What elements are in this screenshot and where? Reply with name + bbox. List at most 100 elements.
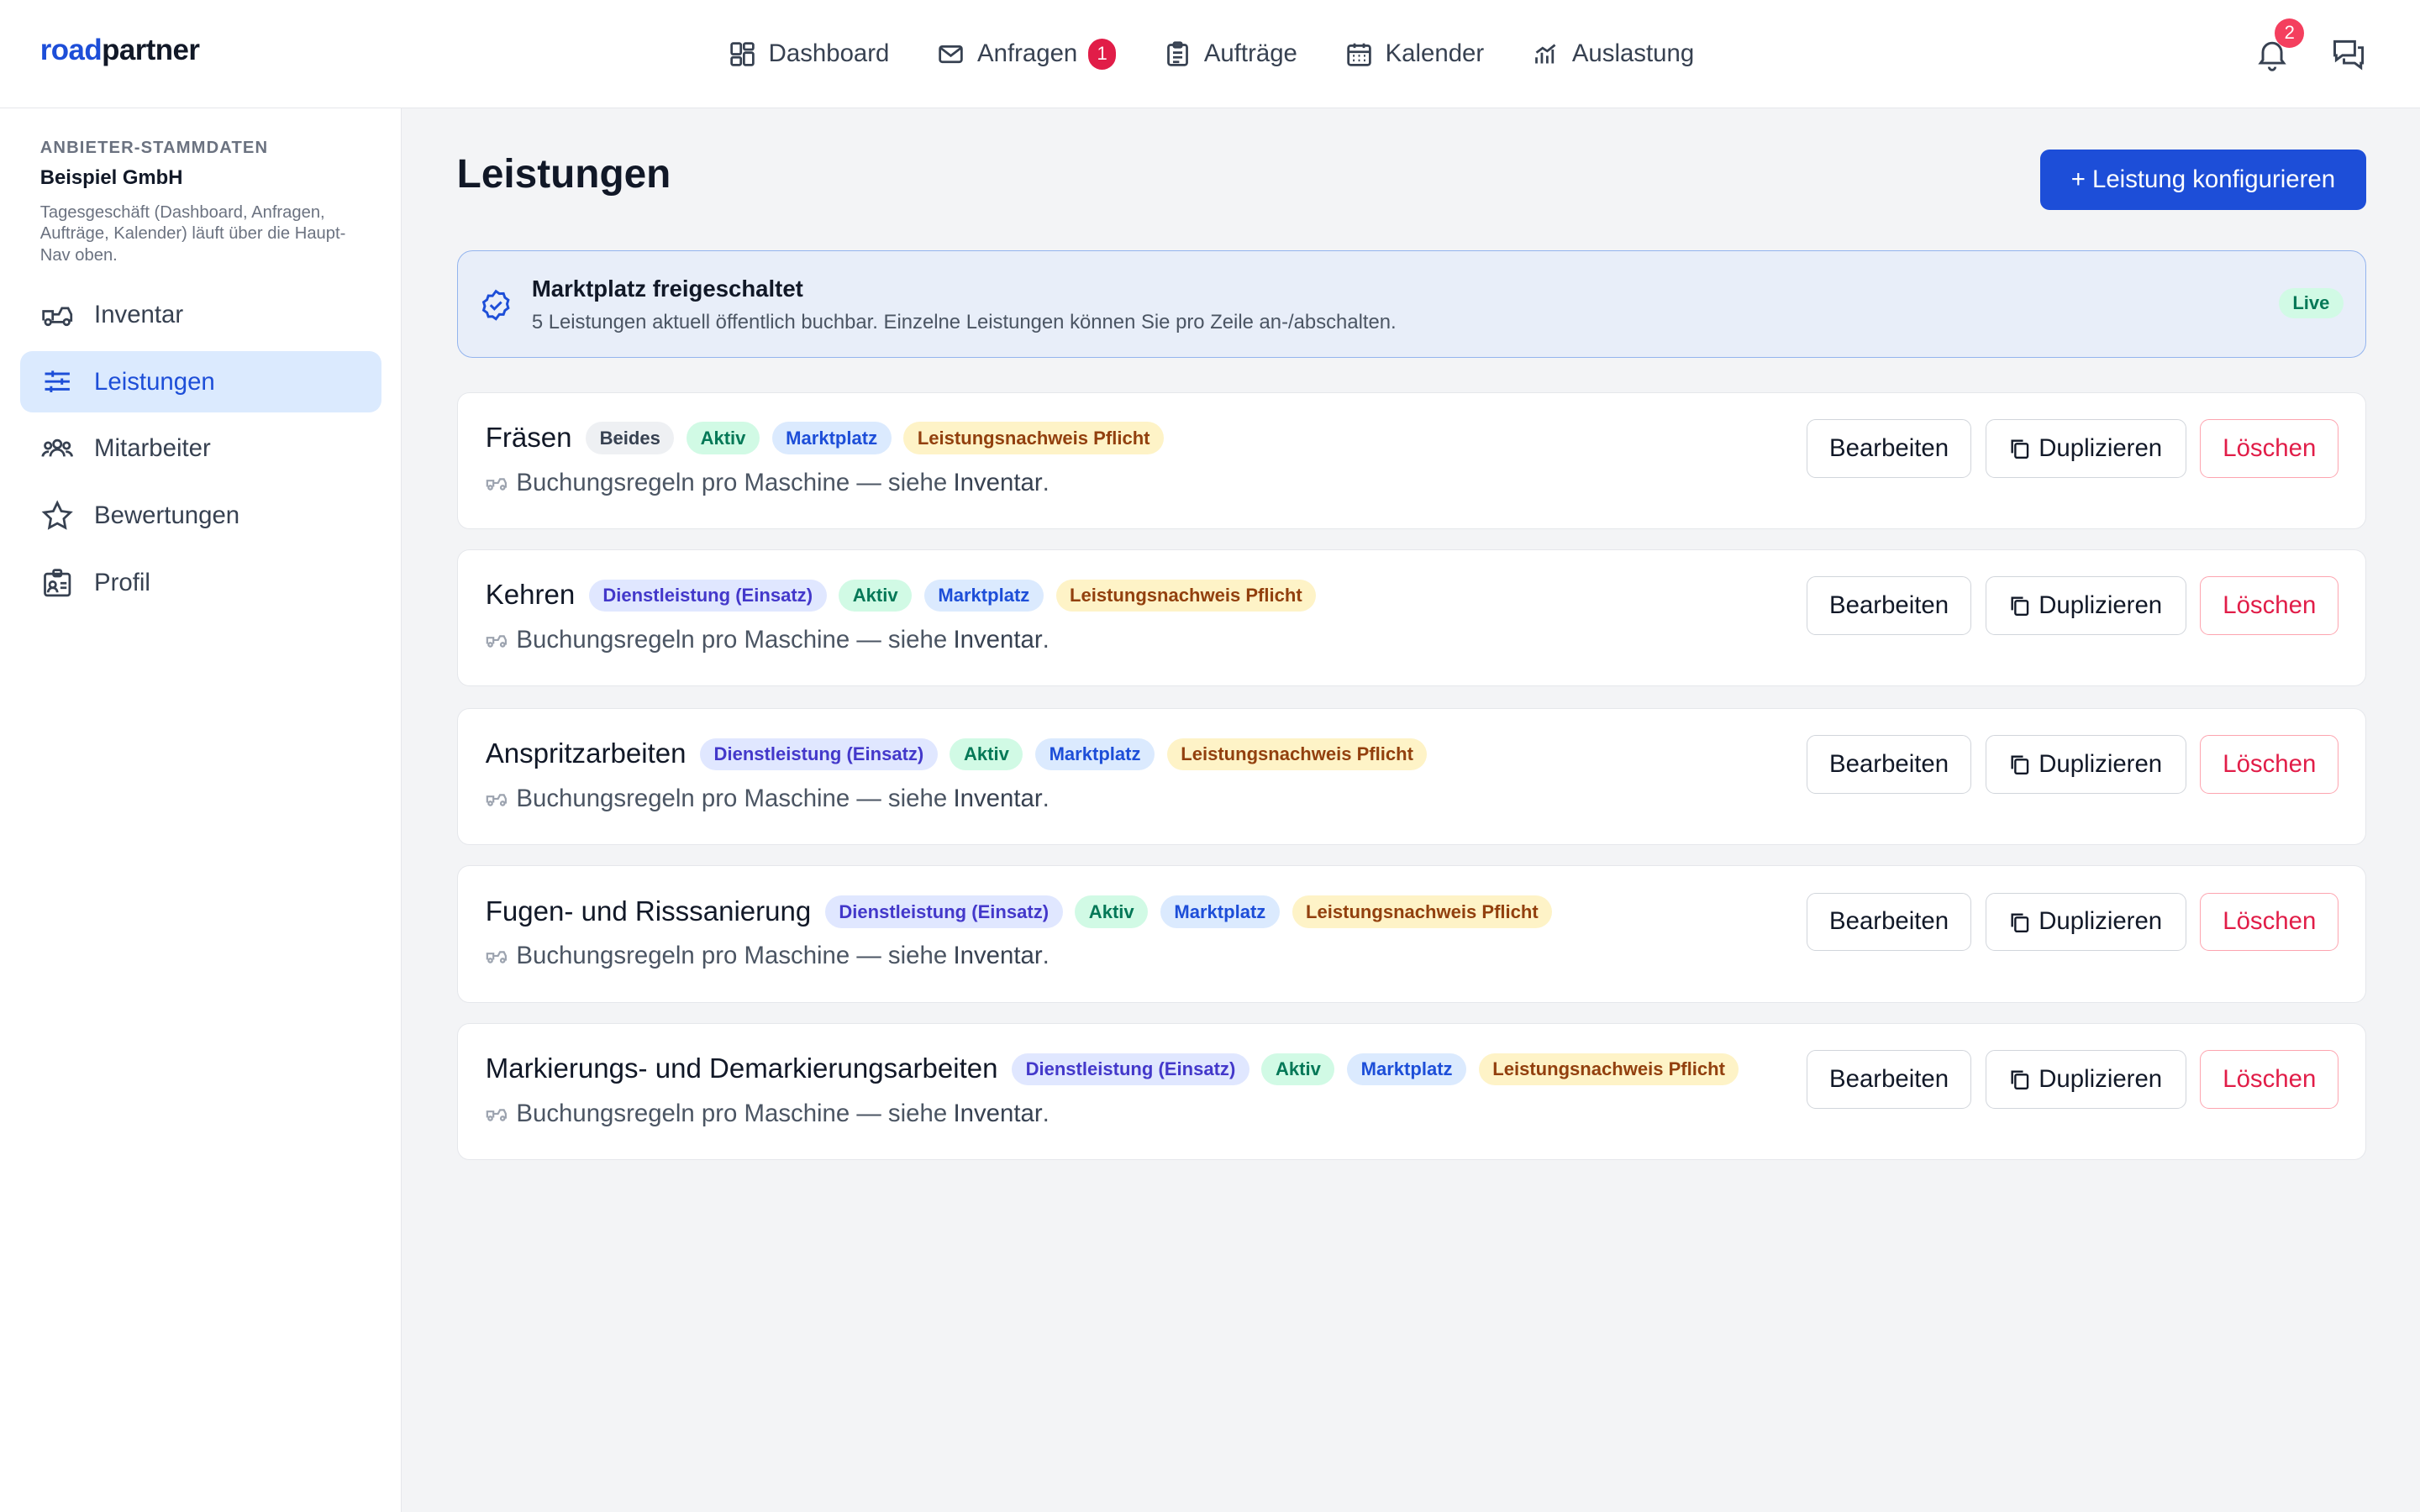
service-name: Fräsen xyxy=(485,422,572,454)
booking-note-text: Buchungsregeln pro Maschine — siehe xyxy=(516,468,948,496)
service-name: Anspritzarbeiten xyxy=(485,738,687,770)
booking-note-suffix: . xyxy=(1042,942,1050,970)
nav-item-auslastung[interactable]: Auslastung xyxy=(1532,39,1694,68)
logo-part-partner: partner xyxy=(102,34,200,67)
service-header: Markierungs- und Demarkierungsarbeiten D… xyxy=(486,1053,1751,1086)
notifications-count-badge: 2 xyxy=(2275,18,2305,48)
logo[interactable]: roadpartner xyxy=(40,34,200,67)
service-booking-note: Buchungsregeln pro Maschine — siehe Inve… xyxy=(486,942,1050,970)
service-booking-note: Buchungsregeln pro Maschine — siehe Inve… xyxy=(486,785,1050,813)
service-card: Fräsen Beides Aktiv Marktplatz Leistungsnac… xyxy=(456,391,2366,529)
copy-icon xyxy=(2011,1070,2029,1090)
mail-icon xyxy=(939,45,964,63)
truck-icon xyxy=(486,951,507,964)
service-actions: Bearbeiten Duplizieren Löschen xyxy=(1792,1049,2339,1109)
sidebar-item-label: Profil xyxy=(94,569,150,597)
service-tag: Leistungsnachweis Pflicht xyxy=(903,422,1165,454)
banner-text: 5 Leistungen aktuell öffentlich buchbar.… xyxy=(531,311,1397,334)
truck-icon xyxy=(486,794,507,806)
nav-label-kalender: Kalender xyxy=(1385,39,1485,68)
configure-service-button[interactable]: + Leistung konfigurieren xyxy=(2040,150,2366,210)
service-card: Markierungs- und Demarkierungsarbeiten D… xyxy=(456,1022,2366,1161)
inventar-link[interactable]: Inventar xyxy=(954,469,1043,497)
service-header: Fräsen Beides Aktiv Marktplatz Leistungsnac… xyxy=(486,422,1176,454)
duplicate-button[interactable]: Duplizieren xyxy=(1985,892,2186,952)
service-tag: Aktiv xyxy=(950,738,1023,771)
notifications-button[interactable]: 2 xyxy=(2254,18,2305,76)
copy-icon xyxy=(2011,439,2029,459)
duplicate-button[interactable]: Duplizieren xyxy=(1985,418,2186,478)
delete-button[interactable]: Löschen xyxy=(2200,418,2339,478)
duplicate-button[interactable]: Duplizieren xyxy=(1985,735,2186,795)
service-tag: Aktiv xyxy=(1075,895,1149,928)
service-tag: Marktplatz xyxy=(1160,895,1280,928)
service-card: Fugen- und Risssanierung Dienstleistung … xyxy=(456,865,2366,1003)
booking-note-suffix: . xyxy=(1042,1099,1050,1127)
messages-button[interactable] xyxy=(2330,35,2370,76)
profile-icon xyxy=(43,569,71,597)
edit-button[interactable]: Bearbeiten xyxy=(1806,735,1972,795)
booking-note-text: Buchungsregeln pro Maschine — siehe xyxy=(516,1099,948,1127)
live-status-badge: Live xyxy=(2278,287,2344,319)
booking-note-suffix: . xyxy=(1042,468,1050,496)
booking-note-suffix: . xyxy=(1042,785,1050,813)
duplicate-label: Duplizieren xyxy=(2039,907,2163,936)
duplicate-button[interactable]: Duplizieren xyxy=(1985,1049,2186,1109)
service-booking-note: Buchungsregeln pro Maschine — siehe Inve… xyxy=(486,626,1050,654)
dashboard-icon xyxy=(730,42,755,66)
edit-button[interactable]: Bearbeiten xyxy=(1806,892,1972,952)
edit-button[interactable]: Bearbeiten xyxy=(1806,1049,1972,1109)
nav-item-auftraege[interactable]: Aufträge xyxy=(1164,39,1297,68)
truck-icon xyxy=(486,635,507,648)
sidebar-item-mitarbeiter[interactable]: Mitarbeiter xyxy=(20,418,381,480)
edit-button[interactable]: Bearbeiten xyxy=(1806,418,1972,478)
service-tag: Marktplatz xyxy=(1035,738,1155,771)
service-tag: Leistungsnachweis Pflicht xyxy=(1055,579,1317,612)
booking-note-text: Buchungsregeln pro Maschine — siehe xyxy=(516,942,948,970)
nav-item-dashboard[interactable]: Dashboard xyxy=(729,39,889,68)
service-tag: Dienstleistung (Einsatz) xyxy=(1012,1053,1249,1086)
service-actions: Bearbeiten Duplizieren Löschen xyxy=(1792,892,2339,952)
nav-item-kalender[interactable]: Kalender xyxy=(1345,39,1484,68)
duplicate-button[interactable]: Duplizieren xyxy=(1985,576,2186,635)
sidebar-item-inventar[interactable]: Inventar xyxy=(20,284,381,345)
service-actions: Bearbeiten Duplizieren Löschen xyxy=(1792,576,2339,635)
duplicate-label: Duplizieren xyxy=(2039,591,2163,619)
inventar-link[interactable]: Inventar xyxy=(954,1100,1043,1128)
service-tag: Dienstleistung (Einsatz) xyxy=(588,579,827,612)
delete-button[interactable]: Löschen xyxy=(2200,735,2339,795)
nav-item-anfragen[interactable]: Anfragen 1 xyxy=(937,38,1117,70)
delete-button[interactable]: Löschen xyxy=(2200,1049,2339,1109)
booking-note-suffix: . xyxy=(1042,625,1050,654)
service-booking-note: Buchungsregeln pro Maschine — siehe Inve… xyxy=(486,469,1050,497)
sidebar-item-label: Mitarbeiter xyxy=(94,434,211,463)
edit-button[interactable]: Bearbeiten xyxy=(1806,576,1972,635)
sidebar-item-bewertungen[interactable]: Bewertungen xyxy=(20,486,381,547)
top-actions: 2 xyxy=(2217,18,2371,76)
sidebar-item-leistungen[interactable]: Leistungen xyxy=(19,350,381,413)
nav-label-dashboard: Dashboard xyxy=(768,39,890,68)
logo-part-road: road xyxy=(39,34,103,67)
copy-icon xyxy=(2011,596,2029,617)
nav-label-anfragen: Anfragen xyxy=(977,39,1078,68)
sliders-icon xyxy=(45,370,70,393)
service-header: Kehren Dienstleistung (Einsatz) Aktiv Mark… xyxy=(486,579,1328,612)
service-tag: Aktiv xyxy=(687,422,760,454)
chart-icon xyxy=(1535,44,1556,64)
service-card: Kehren Dienstleistung (Einsatz) Aktiv Mark… xyxy=(456,549,2366,687)
inventar-link[interactable]: Inventar xyxy=(954,626,1043,654)
sidebar-item-profil[interactable]: Profil xyxy=(20,552,381,613)
sidebar-item-label: Leistungen xyxy=(94,367,215,396)
banner-title: Marktplatz freigeschaltet xyxy=(531,275,803,302)
delete-button[interactable]: Löschen xyxy=(2200,576,2339,635)
inventar-link[interactable]: Inventar xyxy=(954,942,1043,970)
star-icon xyxy=(41,500,73,530)
service-tag: Dienstleistung (Einsatz) xyxy=(700,738,938,771)
sidebar-menu: Inventar Leistungen Mitarbeiter Bewertun… xyxy=(19,284,381,619)
sidebar-section-label: ANBIETER-STAMMDATEN xyxy=(39,139,269,158)
nav-label-auftraege: Aufträge xyxy=(1203,39,1297,68)
service-tag: Leistungsnachweis Pflicht xyxy=(1166,738,1428,771)
team-icon xyxy=(41,438,73,457)
delete-button[interactable]: Löschen xyxy=(2200,892,2339,952)
inventar-link[interactable]: Inventar xyxy=(954,785,1043,813)
